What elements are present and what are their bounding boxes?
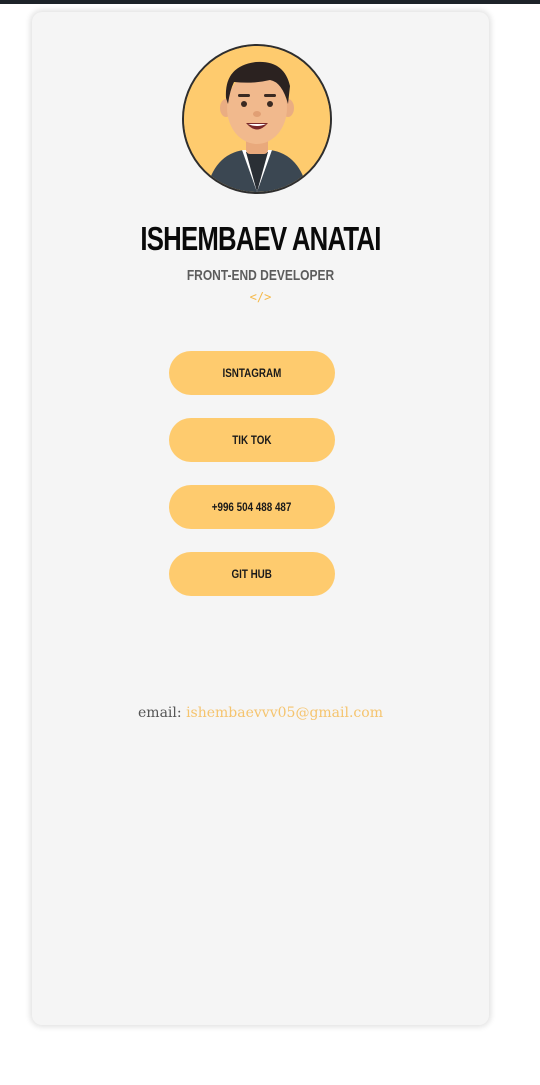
tiktok-button[interactable]: TIK TOK	[169, 418, 335, 462]
top-bar	[0, 0, 540, 4]
github-button[interactable]: GIT HUB	[169, 552, 335, 596]
email-line: email: ishembaevvv05@gmail.com	[32, 705, 489, 721]
developer-avatar-illustration	[184, 46, 330, 192]
github-button-label: GIT HUB	[231, 567, 273, 581]
profile-card: ISHEMBAEV ANATAI FRONT-END DEVELOPER </>…	[32, 12, 489, 1025]
avatar	[182, 44, 332, 194]
instagram-button[interactable]: ISNTAGRAM	[169, 351, 335, 395]
email-link[interactable]: ishembaevvv05@gmail.com	[186, 705, 383, 721]
instagram-button-label: ISNTAGRAM	[222, 366, 282, 380]
profile-role: FRONT-END DEVELOPER	[186, 267, 335, 284]
tiktok-button-label: TIK TOK	[232, 433, 272, 447]
profile-name: ISHEMBAEV ANATAI	[140, 220, 381, 257]
phone-button[interactable]: +996 504 488 487	[169, 485, 335, 529]
code-icon: </>	[249, 290, 272, 304]
link-list: ISNTAGRAM TIK TOK +996 504 488 487 GIT H…	[169, 351, 335, 619]
email-label: email:	[138, 705, 182, 721]
phone-button-label: +996 504 488 487	[212, 500, 292, 514]
